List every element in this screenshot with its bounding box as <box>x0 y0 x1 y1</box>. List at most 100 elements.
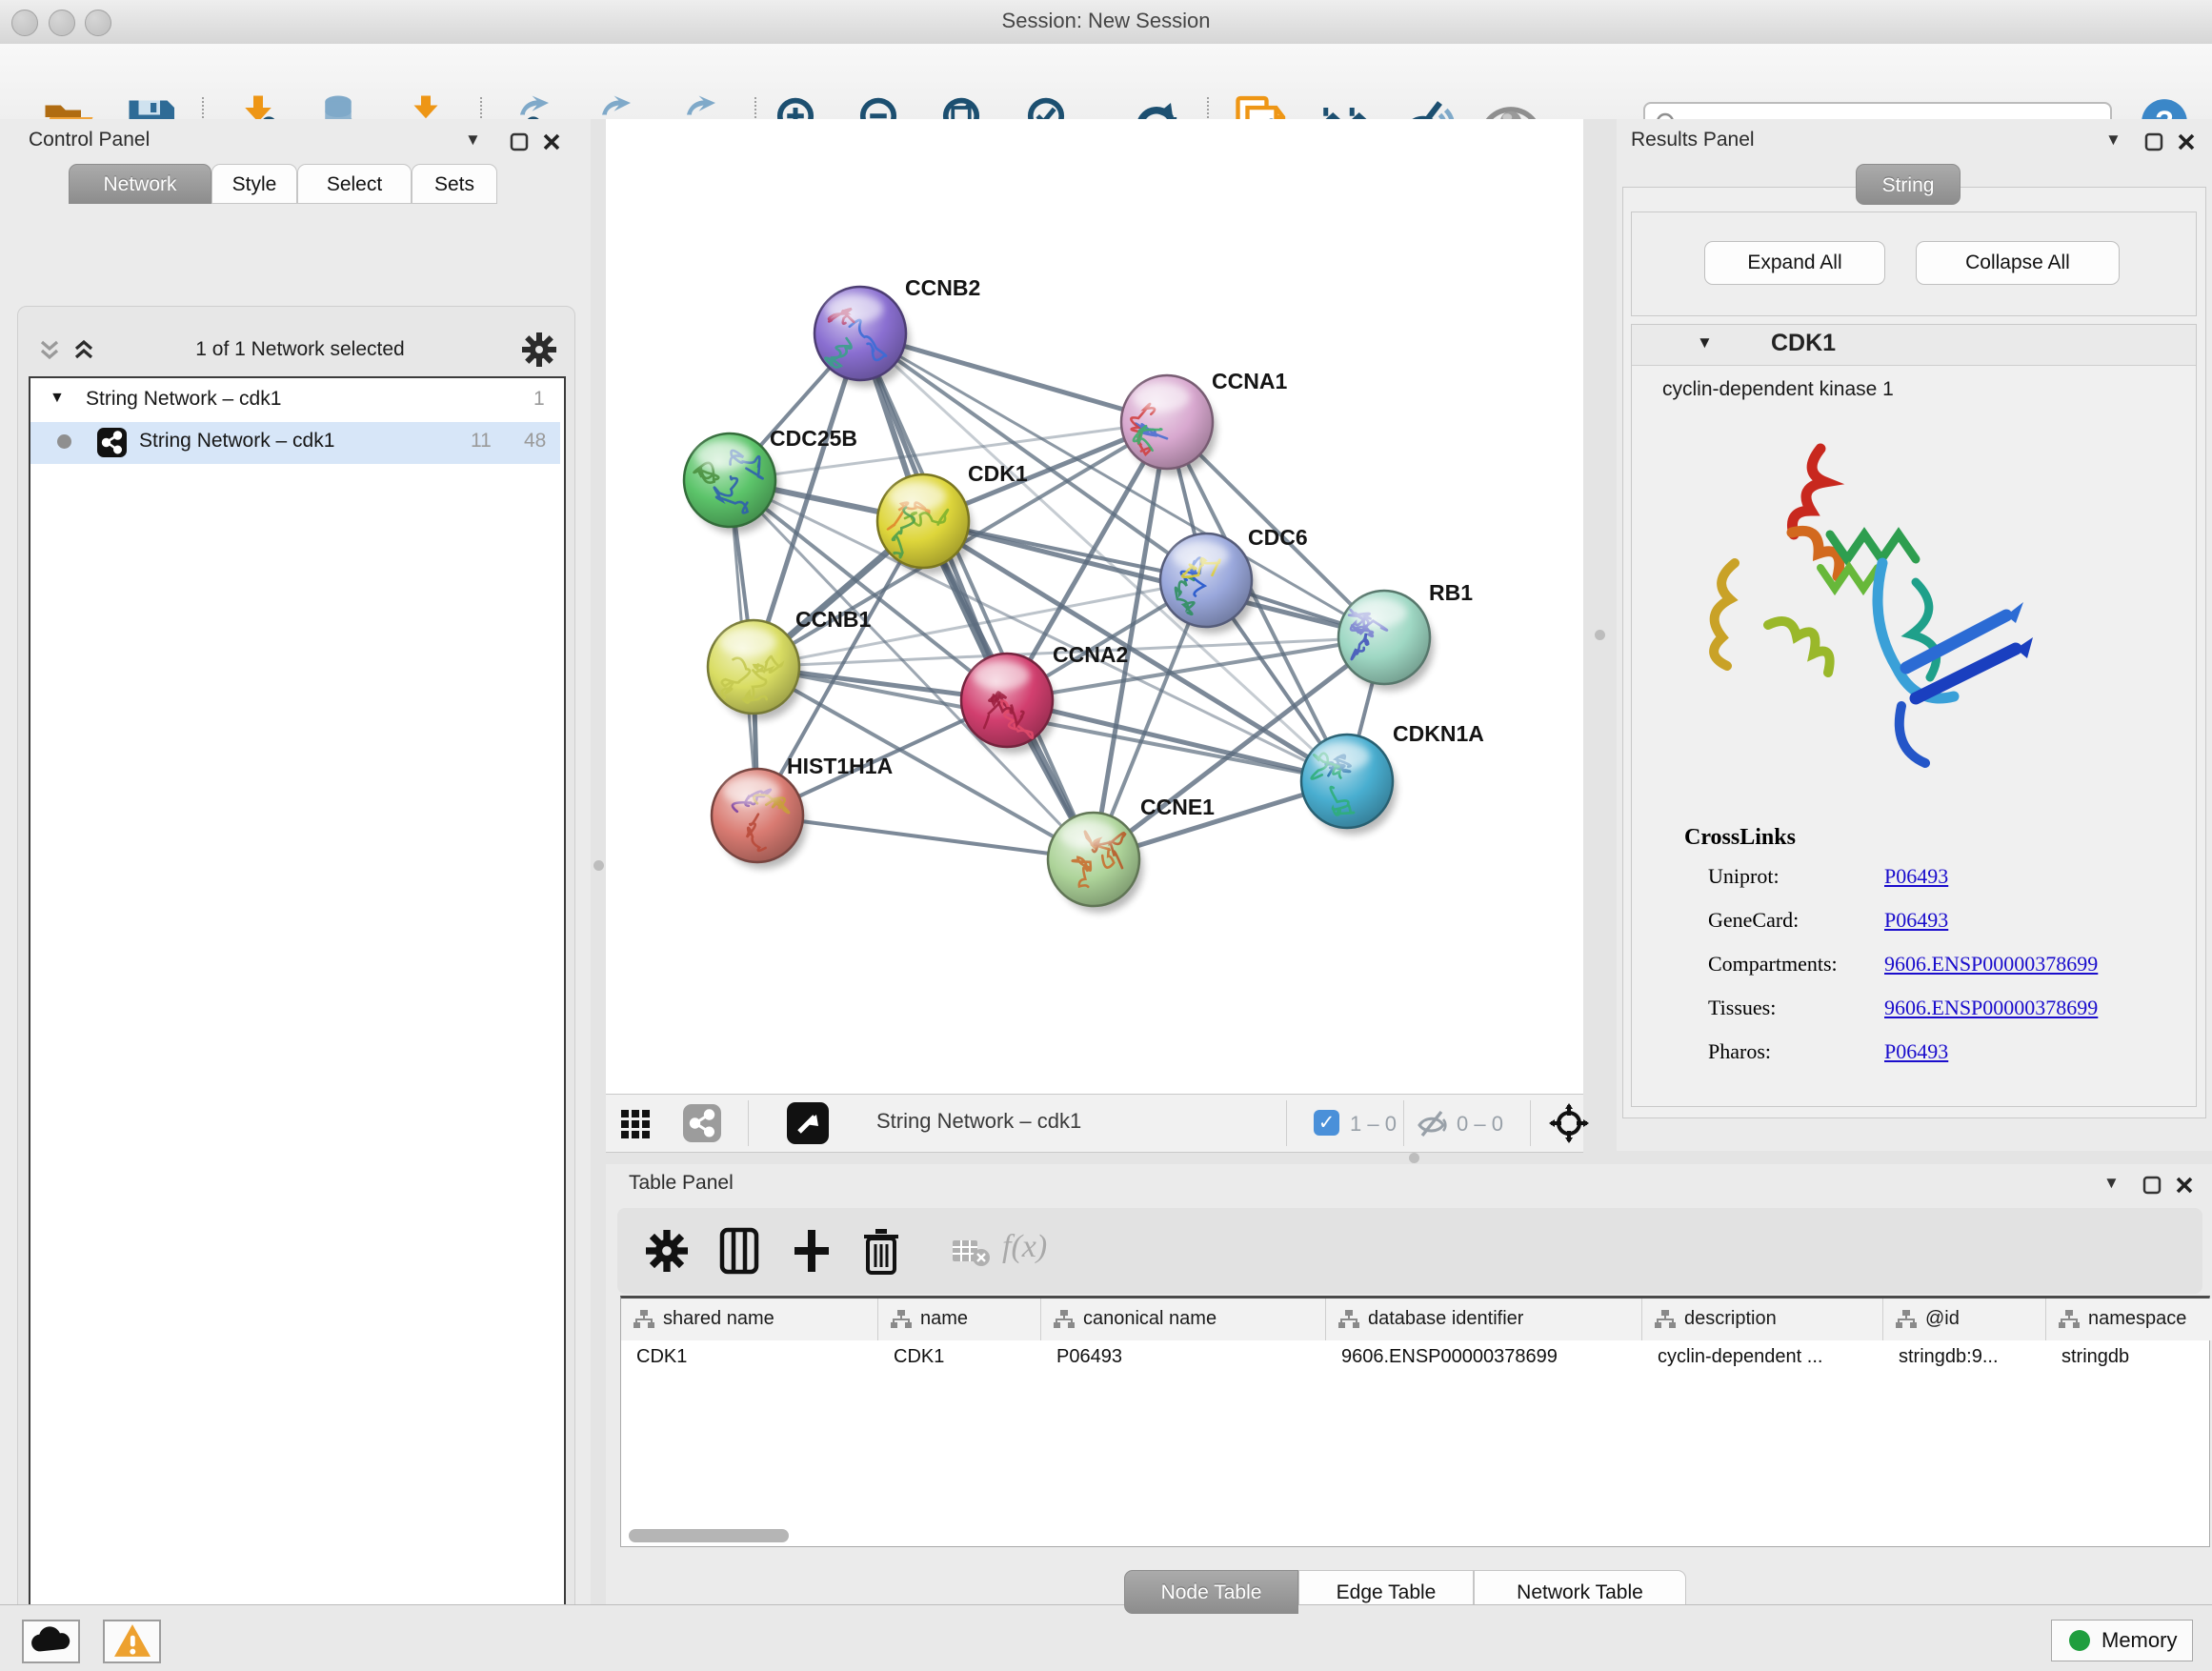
node-RB1[interactable] <box>1338 591 1434 691</box>
control-panel-close-icon[interactable] <box>541 131 562 152</box>
node-CCNA1[interactable] <box>1121 375 1217 475</box>
column-type-icon <box>2058 1309 2081 1330</box>
network-view-toolbar: String Network – cdk1 ✓ 1 – 0 0 – 0 <box>606 1094 1583 1153</box>
create-column-icon[interactable] <box>789 1226 835 1276</box>
tab-network[interactable]: Network <box>69 164 211 204</box>
expand-all-networks-icon[interactable] <box>69 336 99 367</box>
network-row-selected[interactable]: String Network – cdk1 11 48 <box>30 422 560 464</box>
results-panel-float-icon[interactable] <box>2143 131 2164 152</box>
collapse-all-networks-icon[interactable] <box>34 336 65 367</box>
tab-node-table[interactable]: Node Table <box>1124 1570 1298 1614</box>
right-splitter[interactable] <box>1583 119 1617 1151</box>
network-graph[interactable]: CCNB2CCNA1CDC25BCDK1CDC6RB1CCNB1CCNA2CDK… <box>606 119 1583 1094</box>
left-splitter[interactable] <box>591 119 606 1604</box>
crosslink-link[interactable]: P06493 <box>1884 1039 1948 1064</box>
column-header-description[interactable]: description <box>1642 1299 1883 1340</box>
status-bar: Memory <box>0 1604 2212 1671</box>
column-header-shared-name[interactable]: shared name <box>621 1299 878 1340</box>
node-CCNE1[interactable] <box>1048 813 1143 913</box>
table-cell[interactable]: CDK1 <box>894 1346 1034 1368</box>
collection-expand-icon[interactable]: ▼ <box>50 390 65 407</box>
node-card-header[interactable]: ▼ CDK1 <box>1632 325 2196 366</box>
main-toolbar: ? <box>0 44 2212 120</box>
open-in-window-icon[interactable] <box>787 1102 829 1144</box>
horizontal-splitter-handle[interactable] <box>1409 1153 1419 1163</box>
network-options-gear-icon[interactable] <box>522 332 556 367</box>
table-panel-float-icon[interactable] <box>2142 1175 2162 1196</box>
control-panel-float-icon[interactable] <box>509 131 530 152</box>
edge-CCNB2-CCNE1[interactable] <box>860 333 1094 859</box>
table-cell[interactable]: CDK1 <box>636 1346 871 1368</box>
node-CCNA2[interactable] <box>961 654 1056 754</box>
function-builder-icon: f(x) <box>1002 1229 1047 1265</box>
crosslink-link[interactable]: P06493 <box>1884 908 1948 933</box>
network-share-icon[interactable] <box>683 1104 721 1142</box>
column-type-icon <box>1337 1309 1360 1330</box>
table-panel-menu-icon[interactable]: ▼ <box>2103 1174 2120 1193</box>
show-grid-icon[interactable] <box>619 1108 652 1140</box>
crosslink-link[interactable]: P06493 <box>1884 864 1948 889</box>
column-header-database-identifier[interactable]: database identifier <box>1326 1299 1642 1340</box>
table-cell[interactable]: stringdb <box>2061 1346 2212 1368</box>
node-CCNB2[interactable] <box>814 287 910 387</box>
table-settings-gear-icon[interactable] <box>646 1230 688 1272</box>
node-CDC25B[interactable] <box>684 433 779 534</box>
control-panel-menu-icon[interactable]: ▼ <box>465 131 481 150</box>
node-label-CDC25B: CDC25B <box>770 426 857 451</box>
left-splitter-handle[interactable] <box>593 860 604 871</box>
network-canvas[interactable]: CCNB2CCNA1CDC25BCDK1CDC6RB1CCNB1CCNA2CDK… <box>606 119 1583 1094</box>
memory-status-dot <box>2069 1630 2090 1651</box>
table-panel-close-icon[interactable] <box>2174 1175 2195 1196</box>
edge-HIST1H1A-CCNE1[interactable] <box>757 815 1094 859</box>
column-header-canonical-name[interactable]: canonical name <box>1041 1299 1326 1340</box>
node-label-CCNA2: CCNA2 <box>1053 642 1128 667</box>
crosslink-link[interactable]: 9606.ENSP00000378699 <box>1884 952 2098 976</box>
results-panel-close-icon[interactable] <box>2176 131 2197 152</box>
network-edge-count: 48 <box>524 430 546 453</box>
node-CDKN1A[interactable] <box>1301 735 1397 835</box>
column-header-name[interactable]: name <box>878 1299 1041 1340</box>
string-node-card: ▼ CDK1 cyclin-dependent kinase 1 <box>1631 324 2197 1107</box>
column-type-icon <box>890 1309 913 1330</box>
crosslink-link[interactable]: 9606.ENSP00000378699 <box>1884 996 2098 1020</box>
tab-sets[interactable]: Sets <box>412 164 497 204</box>
table-cell[interactable]: cyclin-dependent ... <box>1658 1346 1876 1368</box>
right-splitter-handle[interactable] <box>1595 630 1605 640</box>
horizontal-scrollbar[interactable] <box>623 1529 2204 1542</box>
warning-button[interactable] <box>103 1620 161 1663</box>
tab-select[interactable]: Select <box>297 164 412 204</box>
show-columns-icon[interactable] <box>716 1226 762 1276</box>
tab-string[interactable]: String <box>1856 164 1961 205</box>
selected-checkbox-icon[interactable]: ✓ <box>1314 1110 1339 1136</box>
birds-eye-view-icon[interactable] <box>1549 1103 1589 1143</box>
string-network-icon <box>97 428 127 457</box>
table-cell[interactable]: 9606.ENSP00000378699 <box>1341 1346 1635 1368</box>
tab-style[interactable]: Style <box>211 164 297 204</box>
column-header-namespace[interactable]: namespace <box>2046 1299 2212 1340</box>
network-collection-row[interactable]: ▼ String Network – cdk1 1 <box>30 384 560 422</box>
expand-all-button[interactable]: Expand All <box>1704 241 1885 285</box>
horizontal-splitter[interactable] <box>606 1151 2212 1164</box>
results-panel-menu-icon[interactable]: ▼ <box>2105 131 2122 150</box>
edge-CCNA2-CDKN1A[interactable] <box>1007 700 1347 781</box>
table-cell[interactable]: stringdb:9... <box>1899 1346 2039 1368</box>
column-header--id[interactable]: @id <box>1883 1299 2046 1340</box>
column-type-icon <box>1895 1309 1918 1330</box>
table-cell[interactable]: P06493 <box>1056 1346 1318 1368</box>
title-bar: Session: New Session <box>0 0 2212 45</box>
collapse-all-button[interactable]: Collapse All <box>1916 241 2120 285</box>
node-label-CCNB1: CCNB1 <box>795 607 871 632</box>
network-row-label: String Network – cdk1 <box>139 430 334 453</box>
cloud-button[interactable] <box>22 1620 80 1663</box>
column-type-icon <box>633 1309 655 1330</box>
node-card-collapse-icon[interactable]: ▼ <box>1697 333 1713 352</box>
window-title: Session: New Session <box>0 9 2212 33</box>
scrollbar-thumb[interactable] <box>629 1529 789 1542</box>
node-label-CDK1: CDK1 <box>968 461 1028 486</box>
crosslinks-heading: CrossLinks <box>1684 825 1796 851</box>
node-CDC6[interactable] <box>1160 534 1256 634</box>
node-HIST1H1A[interactable] <box>712 769 807 869</box>
delete-column-icon[interactable] <box>859 1225 903 1277</box>
memory-button[interactable]: Memory <box>2051 1620 2193 1661</box>
crosslink-label: GeneCard: <box>1708 908 1799 933</box>
